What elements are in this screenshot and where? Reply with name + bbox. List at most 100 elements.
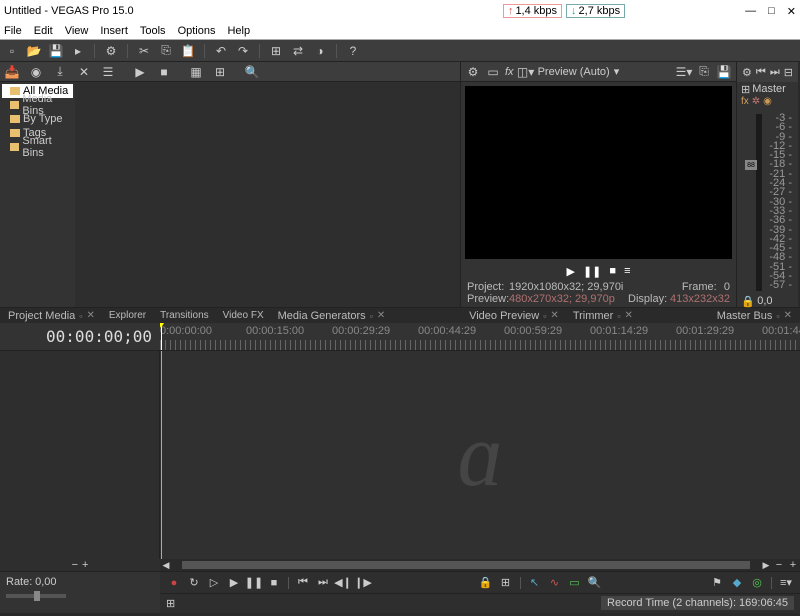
help-icon[interactable]: ? [345,43,361,59]
preview-pause-icon[interactable]: ❚❚ [583,265,601,278]
preview-menu-icon[interactable]: ≡ [624,265,630,277]
dim-icon[interactable]: ⊟ [784,66,793,79]
master-fader[interactable]: 88 [745,160,757,170]
import-icon[interactable]: 📥 [4,64,20,80]
status-expand-icon[interactable]: ⊞ [166,597,175,610]
preview-play-icon[interactable]: ▶ [567,265,575,278]
zoom-in-h-icon[interactable]: + [786,559,800,571]
cut-icon[interactable]: ✂ [136,43,152,59]
ripple-icon[interactable]: ⇄ [290,43,306,59]
menu-options[interactable]: Options [178,25,216,37]
h-scrollbar[interactable]: ◀▶ − + [160,559,800,571]
menu-insert[interactable]: Insert [100,25,128,37]
tab-video-fx[interactable]: Video FX [217,310,270,321]
fx-icon[interactable]: fx [505,66,514,78]
zoom-in-v-icon[interactable]: + [82,559,88,571]
prev-frame-icon[interactable]: ◀❙ [335,575,351,591]
go-end2-icon[interactable]: ⏭ [315,575,331,591]
menu-edit[interactable]: Edit [34,25,53,37]
tab-media-generators[interactable]: Media Generators ▫ ✕ [272,310,392,322]
redo-icon[interactable]: ↷ [235,43,251,59]
master-props-icon[interactable]: ⚙ [742,66,752,79]
stop-icon[interactable]: ■ [266,575,282,591]
menu-view[interactable]: View [65,25,89,37]
zoom-out-v-icon[interactable]: − [72,559,78,571]
cd-icon[interactable]: ◎ [749,575,765,591]
open-icon[interactable]: 📂 [26,43,42,59]
minimize-button[interactable]: — [745,5,756,18]
go-end-icon[interactable]: ⏭ [770,66,780,79]
play-icon[interactable]: ▶ [226,575,242,591]
rate-slider[interactable] [6,594,66,598]
tab-trimmer[interactable]: Trimmer ▫ ✕ [567,310,639,322]
menu-tools[interactable]: Tools [140,25,166,37]
maximize-button[interactable]: □ [768,5,775,18]
tab-project-media[interactable]: Project Media ▫ ✕ [2,310,101,322]
region-icon[interactable]: ◆ [729,575,745,591]
snap2-icon[interactable]: ⊞ [498,575,514,591]
copy-icon[interactable]: ⎘ [158,43,174,59]
save-snapshot-icon[interactable]: 💾 [716,64,732,80]
master-meter[interactable]: 88 -3 --6 --9 --12 --15 --18 --21 --24 -… [737,110,798,295]
master-route-icon[interactable]: ◉ [763,96,772,110]
preview-props-icon[interactable]: ⚙ [465,64,481,80]
zoom-out-h-icon[interactable]: − [772,559,786,571]
tree-smart-bins[interactable]: Smart Bins [2,140,73,154]
render-icon[interactable]: ▸ [70,43,86,59]
stop-media-icon[interactable]: ■ [156,64,172,80]
tree-media-bins[interactable]: Media Bins [2,98,73,112]
zoom-icon[interactable]: 🔍 [587,575,603,591]
tab-master-bus[interactable]: Master Bus ▫ ✕ [711,310,798,322]
properties-icon[interactable]: ⚙ [103,43,119,59]
timecode-display[interactable]: 00:00:00;00 [0,323,160,350]
undo-icon[interactable]: ↶ [213,43,229,59]
tab-explorer[interactable]: Explorer [103,310,152,321]
go-start-icon[interactable]: ⏮ [756,66,766,79]
selection-icon[interactable]: ▭ [567,575,583,591]
tree-by-type[interactable]: By Type [2,112,73,126]
normal-edit-icon[interactable]: ↖ [527,575,543,591]
master-fx-icon[interactable]: fx [741,96,749,110]
play-start-icon[interactable]: ▷ [206,575,222,591]
more-icon[interactable]: ≡▾ [778,575,794,591]
lock2-icon[interactable]: 🔒 [478,575,494,591]
video-preview-display[interactable] [465,86,732,259]
expand-icon[interactable]: ⊞ [741,83,750,96]
preview-stop-icon[interactable]: ■ [609,265,616,277]
lock-icon[interactable]: 🔒 [741,295,755,308]
close-button[interactable]: ✕ [787,5,796,18]
rate-knob[interactable] [34,591,40,601]
next-frame-icon[interactable]: ❙▶ [355,575,371,591]
marker-icon[interactable]: ⚑ [709,575,725,591]
timeline-ruler[interactable]: 0:00:00:0000:00:15:0000:00:29:2900:00:44… [160,323,800,350]
new-icon[interactable]: ▫ [4,43,20,59]
envelope-icon[interactable]: ∿ [547,575,563,591]
track-headers[interactable] [0,351,160,559]
menu-help[interactable]: Help [227,25,250,37]
menu-file[interactable]: File [4,25,22,37]
grid-icon[interactable]: ⊞ [212,64,228,80]
playhead-icon[interactable] [161,323,162,350]
properties2-icon[interactable]: ☰ [100,64,116,80]
get-media-icon[interactable]: ⤓ [52,64,68,80]
timeline-tracks[interactable]: ɑ [160,351,800,559]
overlays-icon[interactable]: ☰▾ [676,64,692,80]
search-icon[interactable]: 🔍 [244,64,260,80]
copy-snapshot-icon[interactable]: ⎘ [696,64,712,80]
split-icon[interactable]: ◫▾ [518,64,534,80]
paste-icon[interactable]: 📋 [180,43,196,59]
remove-icon[interactable]: ✕ [76,64,92,80]
loop-icon[interactable]: ↻ [186,575,202,591]
snap-icon[interactable]: ⊞ [268,43,284,59]
save-icon[interactable]: 💾 [48,43,64,59]
record-icon[interactable]: ● [166,575,182,591]
pause-icon[interactable]: ❚❚ [246,575,262,591]
views-icon[interactable]: ▦ [188,64,204,80]
go-start2-icon[interactable]: ⏮ [295,575,311,591]
external-monitor-icon[interactable]: ▭ [485,64,501,80]
tab-video-preview[interactable]: Video Preview ▫ ✕ [463,310,565,322]
tab-transitions[interactable]: Transitions [154,310,215,321]
preview-quality-dropdown[interactable]: Preview (Auto) [538,66,610,78]
media-content-area[interactable] [75,82,460,307]
capture-icon[interactable]: ◉ [28,64,44,80]
